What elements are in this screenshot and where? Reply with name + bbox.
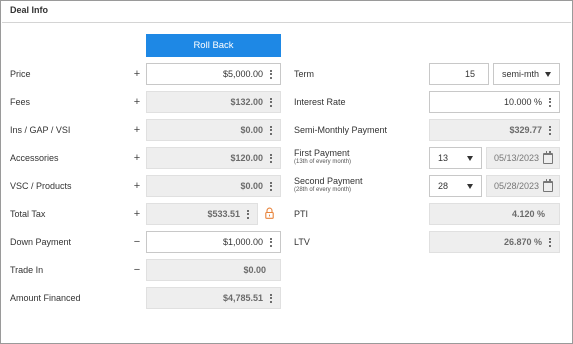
- price-value: $5,000.00: [222, 69, 263, 79]
- ins-gap-vsi-label: Ins / GAP / VSI: [10, 125, 71, 135]
- price-input[interactable]: $5,000.00: [146, 63, 281, 85]
- fees-field: $132.00: [146, 91, 281, 113]
- first-payment-day-value: 13: [438, 153, 449, 163]
- ltv-value: 26.870 %: [503, 237, 542, 247]
- trade-in-field: $0.00: [146, 259, 281, 281]
- term-frequency-value: semi-mth: [502, 69, 540, 79]
- term-value: 15: [464, 69, 475, 79]
- vsc-products-field: $0.00: [146, 175, 281, 197]
- interest-rate-label: Interest Rate: [294, 97, 346, 107]
- pti-value: 4.120 %: [511, 209, 545, 219]
- calendar-icon[interactable]: [543, 179, 553, 192]
- fees-more-icon[interactable]: [269, 97, 273, 107]
- vsc-products-label: VSC / Products: [10, 181, 72, 191]
- accessories-add-icon[interactable]: +: [131, 152, 143, 164]
- vsc-products-add-icon[interactable]: +: [131, 180, 143, 192]
- ins-gap-vsi-more-icon[interactable]: [269, 125, 273, 135]
- pti-field: 4.120 %: [429, 203, 560, 225]
- total-tax-value: $533.51: [207, 209, 240, 219]
- second-payment-date-field: 05/28/2023: [486, 175, 560, 197]
- ins-gap-vsi-value: $0.00: [240, 125, 263, 135]
- panel-title: Deal Info: [10, 5, 49, 15]
- calendar-icon[interactable]: [543, 151, 553, 164]
- total-tax-add-icon[interactable]: +: [131, 208, 143, 220]
- second-payment-day-value: 28: [438, 181, 449, 191]
- fees-label: Fees: [10, 97, 31, 107]
- term-input[interactable]: 15: [429, 63, 489, 85]
- pti-label: PTI: [294, 209, 309, 219]
- header-divider: [2, 22, 571, 23]
- term-label: Term: [294, 69, 314, 79]
- down-payment-label: Down Payment: [10, 237, 72, 247]
- down-payment-value: $1,000.00: [222, 237, 263, 247]
- vsc-products-value: $0.00: [240, 181, 263, 191]
- ltv-field: 26.870 %: [429, 231, 560, 253]
- down-payment-subtract-icon[interactable]: −: [131, 236, 143, 248]
- semi-monthly-payment-value: $329.77: [509, 125, 542, 135]
- semi-monthly-payment-label: Semi-Monthly Payment: [294, 125, 388, 135]
- interest-rate-more-icon[interactable]: [548, 97, 552, 107]
- semi-monthly-payment-more-icon[interactable]: [548, 125, 552, 135]
- first-payment-date-field: 05/13/2023: [486, 147, 560, 169]
- amount-financed-value: $4,785.51: [222, 293, 263, 303]
- semi-monthly-payment-field: $329.77: [429, 119, 560, 141]
- down-payment-more-icon[interactable]: [269, 237, 273, 247]
- fees-add-icon[interactable]: +: [131, 96, 143, 108]
- ltv-label: LTV: [294, 237, 310, 247]
- amount-financed-field: $4,785.51: [146, 287, 281, 309]
- price-add-icon[interactable]: +: [131, 68, 143, 80]
- amount-financed-more-icon[interactable]: [269, 293, 273, 303]
- total-tax-more-icon[interactable]: [246, 209, 250, 219]
- total-tax-field: $533.51: [146, 203, 258, 225]
- roll-back-button[interactable]: Roll Back: [146, 34, 281, 57]
- trade-in-label: Trade In: [10, 265, 44, 275]
- chevron-down-icon: [467, 184, 473, 189]
- second-payment-label: Second Payment: [294, 176, 363, 186]
- deal-info-panel: Deal Info Roll Back Price + $5,000.00 Fe…: [0, 0, 573, 344]
- total-tax-label: Total Tax: [10, 209, 46, 219]
- first-payment-label: First Payment: [294, 148, 350, 158]
- down-payment-input[interactable]: $1,000.00: [146, 231, 281, 253]
- price-more-icon[interactable]: [269, 69, 273, 79]
- chevron-down-icon: [467, 156, 473, 161]
- accessories-field: $120.00: [146, 147, 281, 169]
- lock-icon[interactable]: [265, 207, 274, 219]
- accessories-label: Accessories: [10, 153, 59, 163]
- ins-gap-vsi-add-icon[interactable]: +: [131, 124, 143, 136]
- chevron-down-icon: [545, 72, 551, 77]
- second-payment-date-value: 05/28/2023: [494, 181, 540, 191]
- first-payment-day-select[interactable]: 13: [429, 147, 482, 169]
- first-payment-sublabel: (13th of every month): [294, 159, 352, 165]
- first-payment-date-value: 05/13/2023: [494, 153, 540, 163]
- term-frequency-select[interactable]: semi-mth: [493, 63, 560, 85]
- interest-rate-value: 10.000 %: [503, 97, 542, 107]
- fees-value: $132.00: [230, 97, 263, 107]
- accessories-value: $120.00: [230, 153, 263, 163]
- trade-in-value: $0.00: [243, 265, 266, 275]
- price-label: Price: [10, 69, 31, 79]
- vsc-products-more-icon[interactable]: [269, 181, 273, 191]
- accessories-more-icon[interactable]: [269, 153, 273, 163]
- amount-financed-label: Amount Financed: [10, 293, 81, 303]
- second-payment-sublabel: (28th of every month): [294, 187, 352, 193]
- ins-gap-vsi-field: $0.00: [146, 119, 281, 141]
- ltv-more-icon[interactable]: [548, 237, 552, 247]
- trade-in-subtract-icon[interactable]: −: [131, 264, 143, 276]
- second-payment-day-select[interactable]: 28: [429, 175, 482, 197]
- interest-rate-input[interactable]: 10.000 %: [429, 91, 560, 113]
